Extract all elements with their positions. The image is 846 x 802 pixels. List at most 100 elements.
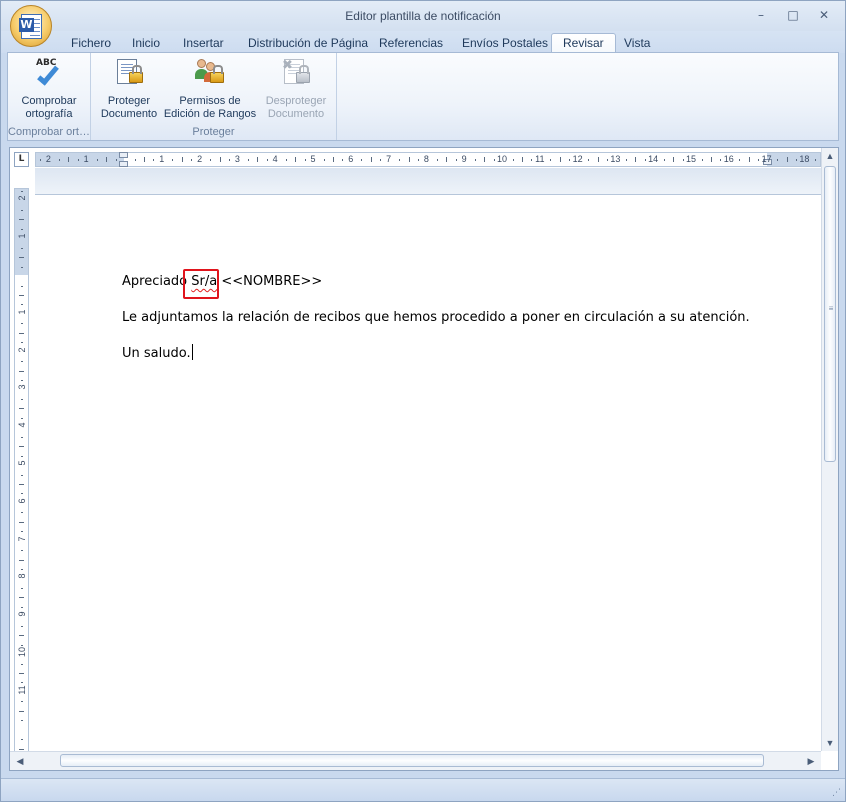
- scroll-left-arrow-icon[interactable]: ◀: [12, 752, 28, 770]
- ruler-tick: [21, 701, 23, 703]
- ruler-tick: [323, 159, 325, 161]
- ruler-tick: [597, 157, 599, 162]
- ruler-number: 5: [17, 460, 27, 466]
- ruler-number: 6: [17, 498, 27, 504]
- ruler-tick: [19, 710, 24, 712]
- tab-selector[interactable]: L: [14, 152, 29, 167]
- left-indent-marker[interactable]: [119, 161, 128, 167]
- document-editor: L 2 1 1 2 3 4 5 6 7 8 9 10 11 12 13 14 15 16 17 18 21123456…: [9, 147, 839, 771]
- ruler-tick: [229, 159, 230, 161]
- word-document-icon[interactable]: W: [10, 5, 52, 47]
- ruler-tick: [21, 587, 23, 589]
- first-line-indent-marker[interactable]: [119, 152, 128, 158]
- ruler-tick: [21, 342, 23, 344]
- horizontal-ruler[interactable]: 2 1 1 2 3 4 5 6 7 8 9 10 11 12 13 14 15 16 17 18: [35, 152, 821, 167]
- ruler-number: 13: [610, 154, 621, 164]
- title-bar: Editor plantilla de notificación – □ ✕: [1, 1, 845, 31]
- ruler-tick: [673, 157, 675, 162]
- ruler-tick: [21, 455, 23, 457]
- minimize-button[interactable]: –: [751, 7, 771, 23]
- vertical-ruler[interactable]: 2 1 1 2 3 4 5 6 7 8 9 10 11: [14, 188, 29, 768]
- closing-text: Un saludo.: [122, 346, 191, 361]
- resize-grip-icon[interactable]: ⋰: [832, 788, 841, 798]
- spellcheck-label-1: Comprobar: [21, 95, 77, 107]
- status-bar: ⋰: [1, 778, 845, 801]
- document-line-closing[interactable]: Un saludo.: [122, 344, 193, 363]
- tab-fichero[interactable]: Fichero: [71, 34, 111, 53]
- vertical-scrollbar[interactable]: ▲ ≡ ▼: [821, 148, 838, 751]
- maximize-button[interactable]: □: [783, 7, 803, 23]
- ruler-tick: [777, 159, 779, 161]
- ruler-tick: [739, 159, 741, 161]
- ruler-tick: [701, 159, 703, 161]
- ruler-tick: [77, 159, 79, 161]
- scroll-down-arrow-icon[interactable]: ▼: [822, 735, 838, 751]
- ruler-tick: [19, 635, 24, 637]
- ruler-tick: [68, 157, 70, 162]
- tab-envios-postales[interactable]: Envíos Postales: [462, 34, 548, 53]
- range-permissions-button[interactable]: Permisos de Edición de Rangos: [163, 57, 257, 121]
- spellcheck-button[interactable]: ABC Comprobar ortografía: [10, 57, 88, 121]
- ruler-number: 3: [234, 154, 240, 164]
- ruler-tick: [19, 332, 24, 334]
- protect-label-1: Proteger: [107, 95, 151, 107]
- ruler-tick: [106, 157, 108, 162]
- horizontal-scrollbar[interactable]: ◀ ▶: [10, 751, 821, 770]
- document-line-body[interactable]: Le adjuntamos la relación de recibos que…: [122, 309, 750, 327]
- ruler-tick: [21, 380, 23, 381]
- ruler-tick: [295, 157, 297, 162]
- ruler-number: 1: [83, 154, 89, 164]
- app-icon-letter: W: [19, 18, 34, 32]
- highlight-box: [183, 269, 219, 299]
- tab-vista[interactable]: Vista: [624, 34, 650, 53]
- ruler-tick: [399, 159, 401, 161]
- vertical-scroll-thumb[interactable]: ≡: [824, 166, 836, 462]
- ruler-number: 2: [197, 154, 203, 164]
- ruler-tick: [474, 159, 476, 161]
- ruler-tick: [607, 159, 608, 161]
- protect-document-button[interactable]: Proteger Documento: [97, 57, 161, 121]
- ruler-tick: [21, 191, 23, 192]
- ruler-tick: [531, 159, 533, 161]
- ruler-number: 12: [572, 154, 583, 164]
- ruler-tick: [682, 159, 684, 161]
- text-caret: [191, 344, 193, 360]
- window-title: Editor plantilla de notificación: [345, 9, 501, 23]
- tab-referencias[interactable]: Referencias: [379, 34, 443, 53]
- ruler-tick: [247, 159, 249, 161]
- ruler-tick: [19, 597, 24, 599]
- document-line-greeting[interactable]: Apreciado Sr/a <<NOMBRE>>: [122, 273, 322, 291]
- ruler-tick: [21, 323, 23, 325]
- horizontal-scroll-thumb[interactable]: [60, 754, 764, 767]
- ruler-number: 18: [799, 154, 810, 164]
- ruler-tick: [96, 159, 98, 161]
- ruler-tick: [588, 159, 590, 161]
- document-page[interactable]: Apreciado Sr/a <<NOMBRE>> Le adjuntamos …: [35, 195, 821, 751]
- close-button[interactable]: ✕: [814, 7, 834, 23]
- ruler-tick: [21, 228, 23, 230]
- ruler-tick: [266, 159, 268, 161]
- tab-insertar[interactable]: Insertar: [183, 34, 224, 53]
- ruler-tick: [21, 720, 23, 722]
- ruler-number: 7: [17, 536, 27, 542]
- ruler-tick: [21, 417, 23, 419]
- tab-inicio[interactable]: Inicio: [132, 34, 160, 53]
- ruler-tick: [115, 159, 117, 161]
- ruler-tick: [361, 159, 363, 161]
- ruler-number: 6: [348, 154, 354, 164]
- unprotect-label-1: Desproteger: [265, 95, 327, 107]
- ruler-tick: [19, 408, 24, 410]
- scroll-right-arrow-icon[interactable]: ▶: [803, 752, 819, 770]
- ruler-tick: [143, 157, 145, 162]
- ruler-tick: [559, 157, 561, 162]
- ruler-tick: [550, 159, 552, 161]
- ruler-tick: [181, 157, 183, 162]
- unprotect-document-button[interactable]: ✖ Desproteger Documento: [259, 57, 333, 121]
- tab-distribucion[interactable]: Distribución de Página: [248, 34, 368, 53]
- ruler-tick: [21, 398, 23, 400]
- tab-revisar[interactable]: Revisar: [551, 33, 616, 54]
- scroll-up-arrow-icon[interactable]: ▲: [822, 148, 838, 164]
- ruler-tick: [512, 159, 514, 161]
- ruler-number: 10: [17, 647, 27, 658]
- ruler-number: 11: [535, 154, 545, 164]
